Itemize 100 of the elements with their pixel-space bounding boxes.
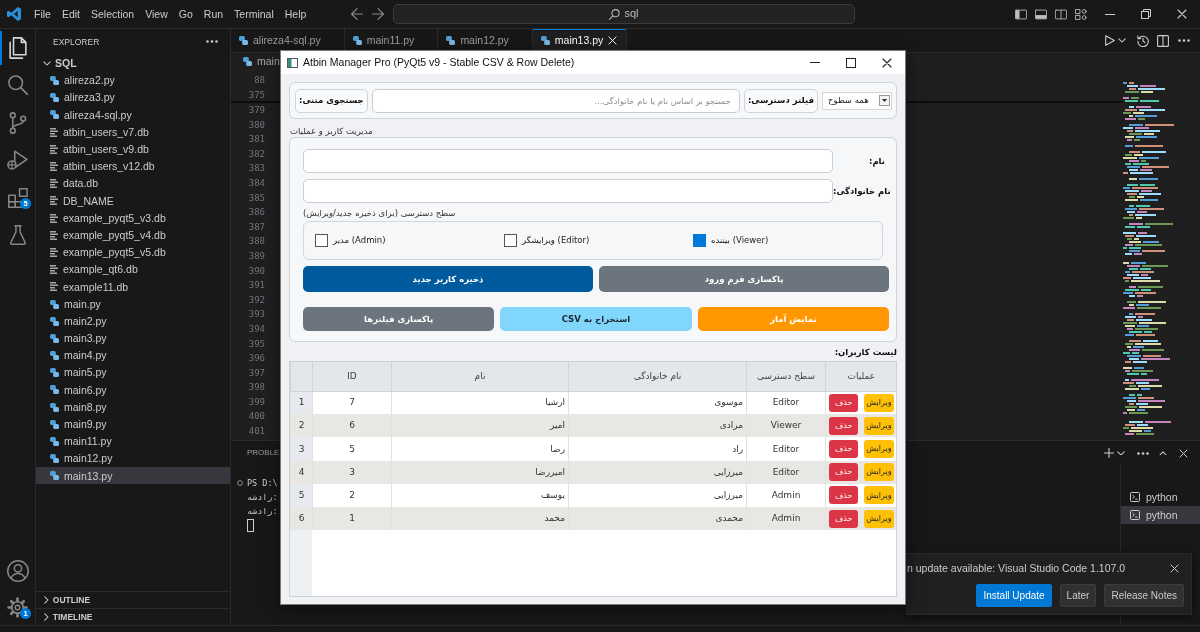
modify-button[interactable]: ویرایش [864, 486, 894, 505]
text-field[interactable] [303, 149, 833, 173]
minimize-icon[interactable] [1105, 13, 1115, 15]
menu-item[interactable]: File [34, 7, 51, 21]
tree-item[interactable]: main4.py [36, 347, 230, 365]
checkbox[interactable] [693, 234, 706, 247]
menu-item[interactable]: Run [203, 7, 224, 21]
section-header[interactable]: OUTLINE [36, 591, 230, 608]
play-bug-icon[interactable] [7, 150, 28, 171]
plus-icon[interactable] [1104, 448, 1114, 458]
close-icon[interactable] [882, 57, 892, 68]
maximize-icon[interactable] [846, 57, 856, 68]
tree-item[interactable]: alireza2.py [36, 72, 230, 90]
restore-icon[interactable] [1141, 9, 1151, 19]
access-filter-dropdown[interactable]: همه سطوح [822, 91, 892, 110]
run-icon[interactable] [1105, 35, 1115, 46]
remove-button[interactable]: حذف [829, 463, 859, 482]
menu-item[interactable]: View [145, 7, 168, 21]
left-panel-layout-icon[interactable] [1015, 8, 1027, 20]
settings-icon[interactable] [7, 596, 28, 618]
tree-item[interactable]: main2.py [36, 312, 230, 330]
tree-item[interactable]: main11.py [36, 432, 230, 451]
history-icon[interactable] [1137, 34, 1149, 47]
chevron-down-icon[interactable] [43, 61, 51, 66]
folder-row[interactable]: SQL [36, 54, 230, 72]
notification-button[interactable]: Install Update [976, 584, 1052, 607]
blocks-icon[interactable] [7, 187, 28, 208]
checkbox[interactable] [504, 234, 517, 247]
action-button[interactable]: استخراج به CSV [500, 307, 692, 331]
files-icon[interactable] [7, 36, 28, 59]
menu-item[interactable]: Selection [91, 7, 135, 21]
modify-button[interactable]: ویرایش [864, 509, 894, 528]
tree-item[interactable]: example_qt6.db [36, 261, 230, 279]
tree-item[interactable]: atbin_users_v12.db [36, 157, 230, 176]
column-header[interactable]: عملیات [825, 362, 896, 391]
modify-button[interactable]: ویرایش [864, 439, 894, 458]
forward-arrow-icon[interactable] [371, 8, 385, 20]
tree-item[interactable]: example_pyqt5_v3.db [36, 209, 230, 227]
column-header[interactable]: ID [312, 362, 392, 391]
search-icon[interactable] [7, 75, 28, 96]
back-arrow-icon[interactable] [350, 8, 364, 20]
column-header[interactable]: سطح دسترسی [746, 362, 826, 391]
checkbox[interactable] [315, 234, 328, 247]
notification-button[interactable]: Later [1059, 584, 1097, 607]
tree-item[interactable]: main13.py [36, 467, 230, 485]
session-item[interactable]: python [1121, 488, 1200, 506]
action-button[interactable]: پاکسازی فرم ورود [599, 266, 889, 292]
command-search-box[interactable]: sql [393, 4, 855, 24]
tree-item[interactable]: example_pyqt5_v4.db [36, 226, 230, 244]
more-icon[interactable] [206, 40, 218, 44]
checkbox-label[interactable]: ویرایشگر (Editor) [522, 235, 590, 246]
remove-button[interactable]: حذف [829, 416, 859, 435]
panel-tab[interactable]: PROBLE [247, 448, 280, 458]
chevron-down-icon[interactable] [1117, 450, 1125, 456]
column-header[interactable]: نام خانوادگی [568, 362, 747, 391]
action-button[interactable]: پاکسازی فیلترها [303, 307, 495, 331]
remove-button[interactable]: حذف [829, 486, 859, 505]
remove-button[interactable]: حذف [829, 509, 859, 528]
breadcrumb-item[interactable]: main [257, 55, 280, 68]
modify-button[interactable]: ویرایش [864, 416, 894, 435]
action-button[interactable]: ذخیره کاربر جدید [303, 266, 593, 292]
notification-button[interactable]: Release Notes [1104, 584, 1184, 607]
menu-item[interactable]: Help [284, 7, 307, 21]
flask-icon[interactable] [8, 225, 27, 246]
tree-item[interactable]: data.db [36, 175, 230, 193]
tree-item[interactable]: alireza3.py [36, 89, 230, 107]
account-icon[interactable] [6, 560, 29, 582]
tree-item[interactable]: example11.db [36, 278, 230, 296]
remove-button[interactable]: حذف [829, 439, 859, 458]
tree-item[interactable]: main6.py [36, 381, 230, 399]
remove-button[interactable]: حذف [829, 393, 859, 412]
session-item[interactable]: python [1121, 506, 1200, 524]
tree-item[interactable]: main3.py [36, 329, 230, 347]
checkbox-label[interactable]: مدیر (Admin) [333, 235, 386, 246]
bottom-panel-layout-icon[interactable] [1035, 8, 1047, 20]
menu-item[interactable]: Terminal [234, 7, 274, 21]
tree-item[interactable]: DB_NAME [36, 192, 230, 210]
tree-item[interactable]: main9.py [36, 415, 230, 433]
tree-item[interactable]: atbin_users_v9.db [36, 140, 230, 158]
branch-icon[interactable] [8, 111, 27, 134]
menu-item[interactable]: Edit [61, 7, 80, 21]
tree-item[interactable]: main12.py [36, 450, 230, 468]
modify-button[interactable]: ویرایش [864, 393, 894, 412]
tree-item[interactable]: example_pyqt5_v5.db [36, 243, 230, 262]
more-icon[interactable] [1137, 451, 1149, 455]
chevron-up-icon[interactable] [1159, 450, 1167, 456]
split-editor-icon[interactable] [1157, 34, 1169, 47]
text-field[interactable] [303, 179, 833, 203]
menu-item[interactable]: Go [178, 7, 193, 21]
chevron-right-icon[interactable] [44, 613, 49, 621]
search-field[interactable]: جستجو بر اساس نام یا نام خانوادگی... [371, 88, 740, 113]
column-header[interactable]: نام [391, 362, 569, 391]
tree-item[interactable]: atbin_users_v7.db [36, 123, 230, 141]
chevron-right-icon[interactable] [44, 596, 49, 604]
tree-item[interactable]: main8.py [36, 398, 230, 416]
chevron-down-icon[interactable] [1118, 38, 1126, 43]
checkbox-label[interactable]: بیننده (Viewer) [711, 235, 769, 246]
split-layout-icon[interactable] [1055, 8, 1067, 20]
modify-button[interactable]: ویرایش [864, 463, 894, 482]
more-icon[interactable] [1178, 39, 1190, 42]
